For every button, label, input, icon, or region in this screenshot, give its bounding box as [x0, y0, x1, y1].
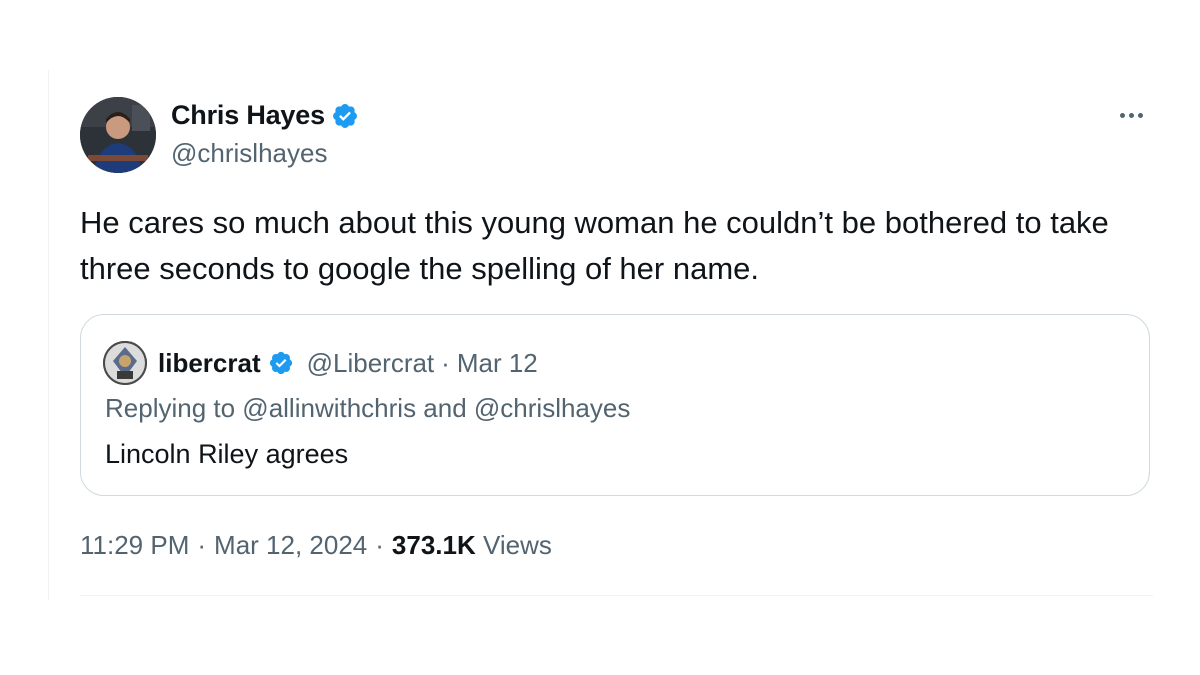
tweet-meta: 11:29 PM · Mar 12, 2024 · 373.1K Views — [80, 530, 552, 561]
tweet-time[interactable]: 11:29 PM — [80, 530, 189, 561]
quoted-tweet[interactable]: libercrat @Libercrat · Mar 12 Replying t… — [80, 314, 1150, 496]
tweet-card[interactable]: Chris Hayes @chrislhayes He cares so muc… — [48, 70, 1153, 600]
more-options-button[interactable] — [1111, 100, 1151, 130]
views-count[interactable]: 373.1K — [392, 530, 476, 560]
quoted-tweet-header: libercrat @Libercrat · Mar 12 — [103, 341, 538, 385]
separator-dot: · — [441, 347, 450, 378]
replying-to-text: Replying to @allinwithchris and @chrislh… — [105, 393, 631, 423]
verified-badge-icon — [269, 351, 292, 375]
verified-badge-icon — [332, 103, 357, 128]
quoted-author-avatar[interactable] — [103, 341, 147, 385]
quoted-tweet-text: Lincoln Riley agrees — [105, 439, 349, 469]
quoted-tweet-date[interactable]: Mar 12 — [457, 348, 538, 379]
separator-dot: · — [375, 530, 384, 560]
more-horizontal-icon — [1119, 112, 1125, 118]
quoted-author-handle[interactable]: @Libercrat — [307, 348, 435, 379]
tweet-date[interactable]: Mar 12, 2024 — [214, 530, 367, 561]
quoted-author-name[interactable]: libercrat — [158, 348, 261, 379]
author-display-name[interactable]: Chris Hayes — [171, 100, 325, 131]
author-avatar[interactable] — [80, 97, 156, 173]
views-label[interactable]: Views — [483, 530, 552, 560]
divider — [80, 595, 1153, 596]
author-name-row: Chris Hayes — [171, 100, 359, 131]
tweet-text: He cares so much about this young woman … — [80, 205, 1109, 286]
author-handle[interactable]: @chrislhayes — [171, 138, 327, 169]
separator-dot: · — [197, 530, 207, 560]
